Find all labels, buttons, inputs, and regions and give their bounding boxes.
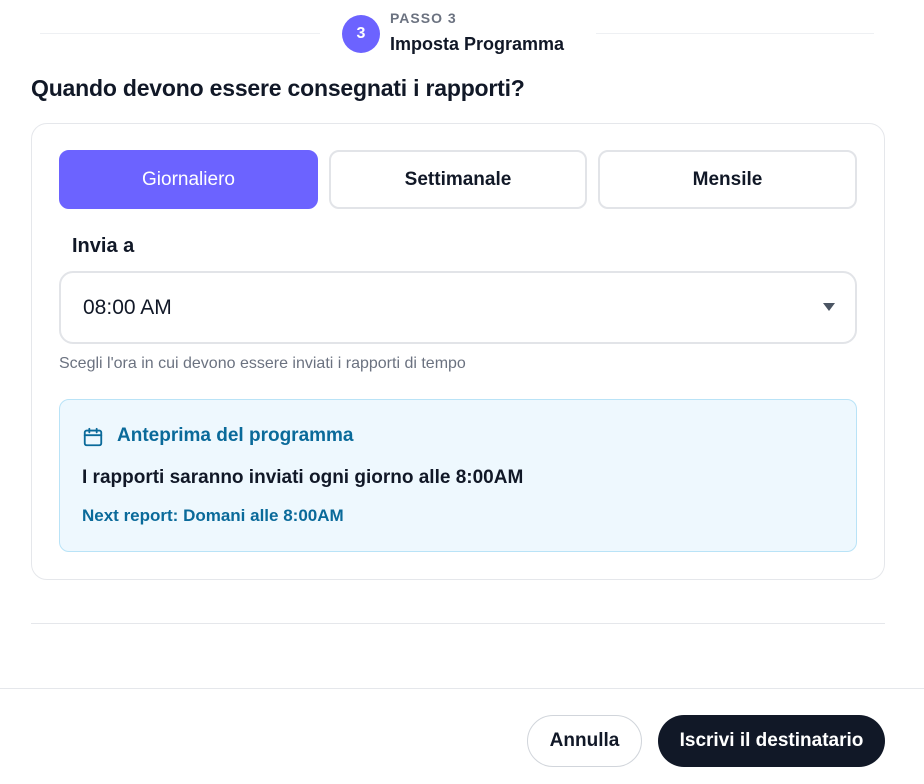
send-time-select[interactable]: 08:00 AM <box>59 271 857 344</box>
preview-title: Anteprima del programma <box>117 425 354 446</box>
step-label: PASSO 3 <box>390 10 457 26</box>
cancel-button[interactable]: Annulla <box>527 715 642 767</box>
send-time-helper: Scegli l'ora in cui devono essere inviat… <box>59 355 466 372</box>
step-indicator: 3 PASSO 3 Imposta Programma <box>0 0 924 66</box>
preview-next-report: Next report: Domani alle 8:00AM <box>82 506 344 525</box>
frequency-monthly-button[interactable]: Mensile <box>598 150 857 209</box>
send-at-label: Invia a <box>72 235 135 257</box>
footer-divider <box>0 688 924 689</box>
step-line-left <box>40 33 320 34</box>
frequency-weekly-button[interactable]: Settimanale <box>329 150 587 209</box>
step-line-right <box>596 33 874 34</box>
chevron-down-icon <box>823 303 835 311</box>
schedule-preview: Anteprima del programma I rapporti saran… <box>59 399 857 552</box>
step-title: Imposta Programma <box>390 34 565 54</box>
schedule-card: Giornaliero Settimanale Mensile Invia a … <box>31 123 885 580</box>
step-number-badge: 3 <box>342 15 380 53</box>
page-question: Quando devono essere consegnati i rappor… <box>31 75 525 101</box>
send-time-value: 08:00 AM <box>83 296 172 319</box>
content-divider <box>31 623 885 624</box>
subscribe-recipient-button[interactable]: Iscrivi il destinatario <box>658 715 885 767</box>
preview-description: I rapporti saranno inviati ogni giorno a… <box>82 467 524 488</box>
calendar-icon <box>83 427 103 447</box>
frequency-daily-button[interactable]: Giornaliero <box>59 150 318 209</box>
